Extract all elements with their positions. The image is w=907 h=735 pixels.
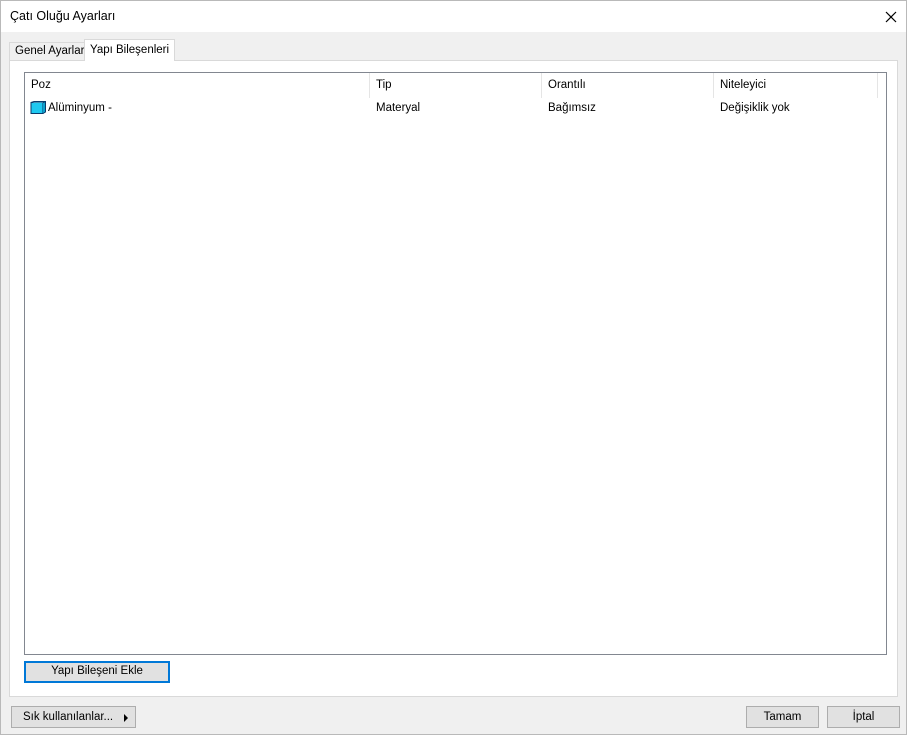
tab-structure-components[interactable]: Yapı Bileşenleri (84, 39, 176, 61)
arrow-right-icon (124, 714, 128, 722)
tab-label: Yapı Bileşenleri (90, 44, 170, 56)
tab-general-settings[interactable]: Genel Ayarlar (9, 42, 91, 61)
window-title: Çatı Oluğu Ayarları (10, 9, 116, 23)
cell-niteleyici: Değişiklik yok (720, 102, 790, 114)
ok-button[interactable]: Tamam (746, 706, 819, 728)
list-item[interactable]: Alüminyum - Materyal Bağımsız Değişiklik… (25, 98, 886, 118)
close-button[interactable] (876, 1, 906, 32)
cell-tip: Materyal (376, 102, 421, 114)
material-icon (30, 101, 46, 114)
column-header-tip[interactable]: Tip (370, 73, 542, 98)
title-bar: Çatı Oluğu Ayarları (1, 1, 906, 32)
add-component-button[interactable]: Yapı Bileşeni Ekle (24, 661, 170, 683)
cell-orantili: Bağımsız (548, 102, 596, 114)
tab-panel: Poz Tip Orantılı Niteleyici Alüminyum - … (9, 60, 898, 697)
close-icon (885, 11, 897, 22)
list-header: Poz Tip Orantılı Niteleyici (25, 73, 886, 98)
favorites-label: Sık kullanılanlar... (23, 711, 114, 723)
cell-poz: Alüminyum - (25, 98, 370, 118)
column-header-niteleyici[interactable]: Niteleyici (714, 73, 878, 98)
favorites-button[interactable]: Sık kullanılanlar... (11, 706, 136, 728)
dialog-window: Çatı Oluğu Ayarları Genel Ayarlar Yapı B… (0, 0, 907, 735)
column-header-poz[interactable]: Poz (25, 73, 370, 98)
cancel-button[interactable]: İptal (827, 706, 900, 728)
components-list[interactable]: Poz Tip Orantılı Niteleyici Alüminyum - … (24, 72, 887, 655)
tab-label: Genel Ayarlar (15, 45, 85, 57)
column-header-orantili[interactable]: Orantılı (542, 73, 714, 98)
